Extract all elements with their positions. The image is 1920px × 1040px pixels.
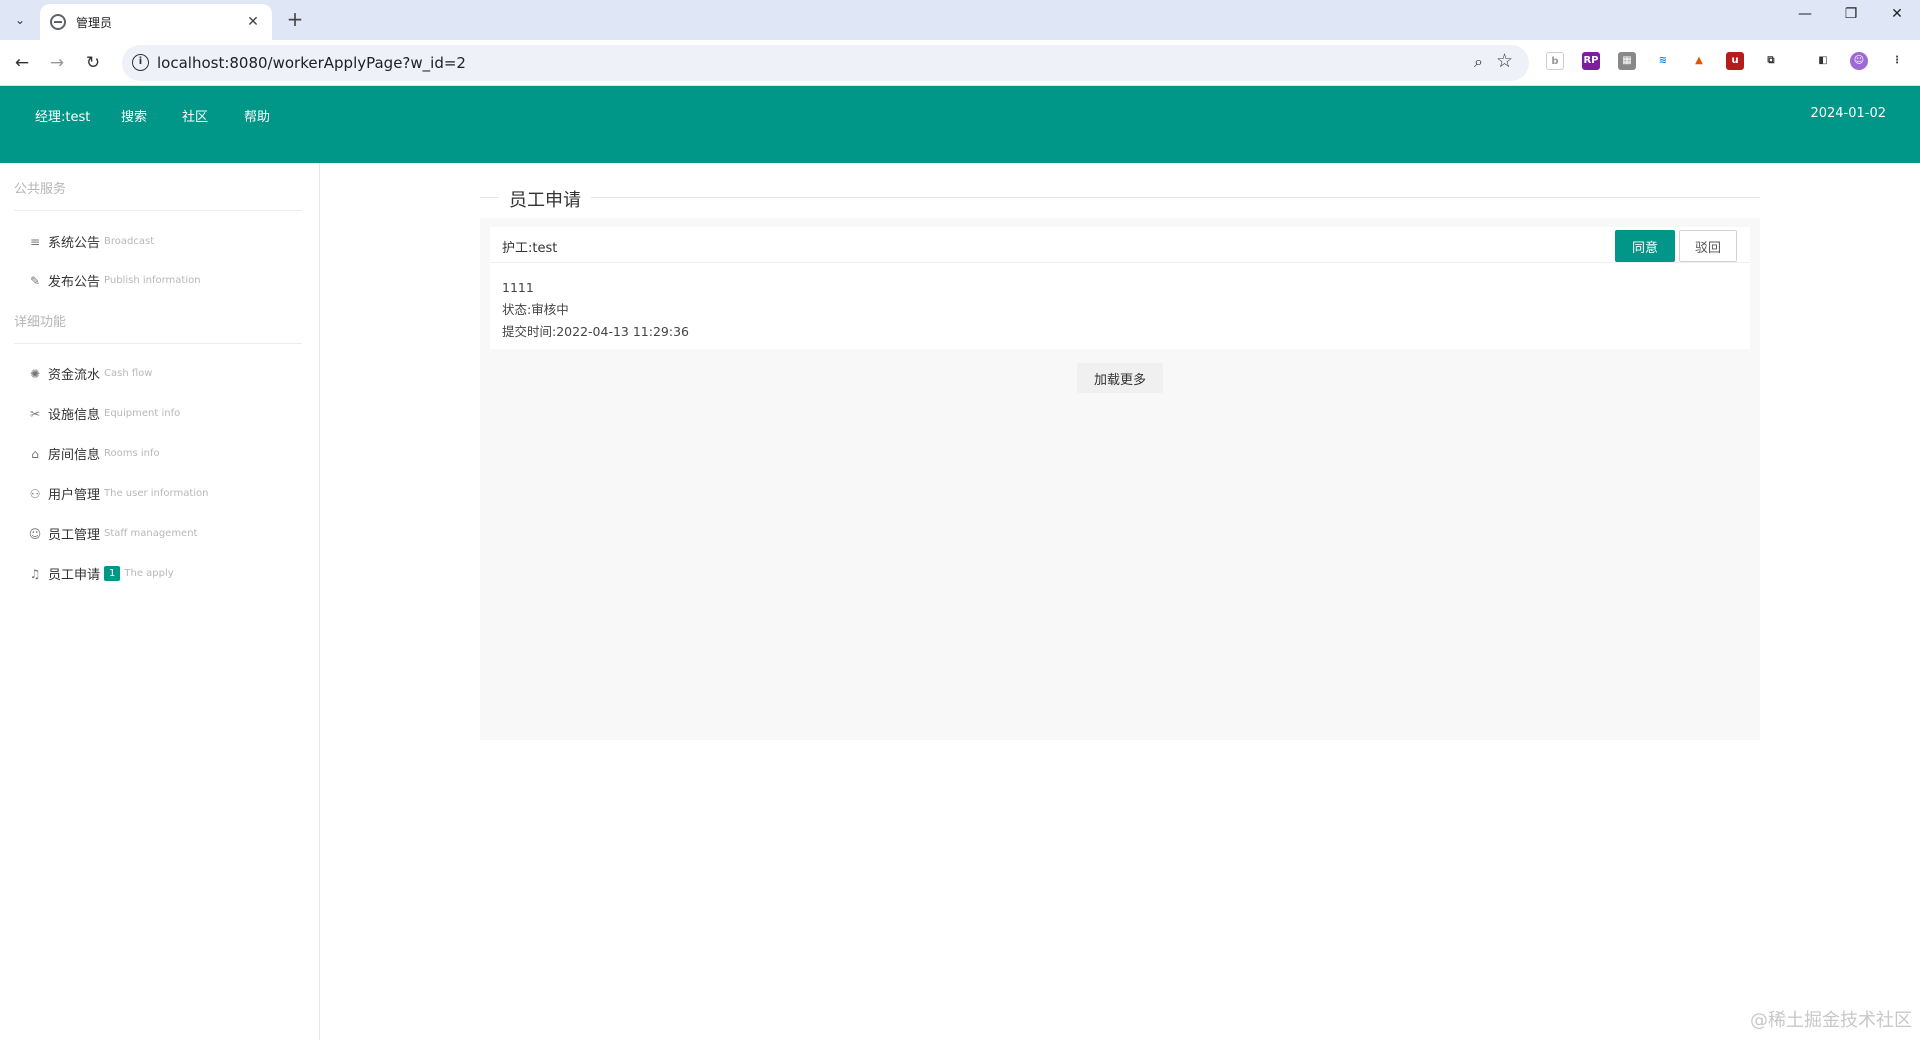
app-header: 经理:test 搜索 社区 帮助 2024-01-02 (0, 86, 1920, 163)
applicant-name: 护工:test (502, 241, 558, 256)
zoom-icon[interactable]: ⌕ (1474, 52, 1483, 72)
sidebar-item-label: 发布公告 (48, 275, 101, 290)
sidebar-item-label: 资金流水 (48, 368, 101, 383)
browser-tab[interactable]: 管理员 ✕ (40, 4, 272, 40)
header-date: 2024-01-02 (1810, 106, 1886, 121)
nav-search[interactable]: 搜索 (121, 106, 147, 125)
tab-title: 管理员 (76, 15, 113, 30)
sidebar-item-label: 用户管理 (48, 488, 101, 503)
bookmark-star-icon[interactable]: ☆ (1496, 50, 1513, 72)
url-text[interactable]: localhost:8080/workerApplyPage?w_id=2 (157, 54, 466, 72)
load-more-button[interactable]: 加载更多 (1077, 363, 1163, 393)
tab-close-icon[interactable]: ✕ (244, 14, 262, 30)
extension-icon[interactable]: b (1546, 52, 1564, 70)
address-bar[interactable]: i localhost:8080/workerApplyPage?w_id=2 … (122, 45, 1529, 81)
sidebar: 公共服务 ≡ 系统公告 Broadcast ✎ 发布公告 Publish inf… (0, 163, 320, 1040)
tab-search-icon[interactable]: ⌄ (8, 8, 32, 32)
sidebar-item-label: 员工管理 (48, 528, 101, 543)
application-card: 护工:test 同意 驳回 1111 状态:审核中 提交时间:2022-04-1… (490, 227, 1750, 349)
sidebar-item-en: Cash flow (104, 368, 153, 379)
sidebar-item-label: 系统公告 (48, 236, 101, 251)
application-status: 状态:审核中 (502, 302, 569, 317)
window-close-icon[interactable]: ✕ (1882, 6, 1912, 22)
sidebar-item-en: Staff management (104, 528, 198, 539)
extension-icon[interactable]: ▲ (1690, 52, 1708, 70)
users-icon: ⚇ (29, 486, 41, 501)
sidebar-item-en: The user information (104, 488, 209, 499)
ublock-icon[interactable]: u (1726, 52, 1744, 70)
tools-icon: ✂ (29, 406, 41, 421)
extensions-puzzle-icon[interactable]: ⧉ (1762, 52, 1780, 70)
sidebar-item-en: Broadcast (104, 236, 155, 247)
card-body: 1111 状态:审核中 提交时间:2022-04-13 11:29:36 (502, 277, 689, 343)
legend-divider (480, 197, 1760, 198)
globe-icon (50, 14, 66, 30)
sun-icon: ✺ (29, 366, 41, 381)
sidebar-item-apply[interactable]: ♫ 员工申请 1 The apply (27, 564, 174, 583)
menu-dots-icon[interactable]: ⋮ (1888, 52, 1906, 70)
sidebar-item-equipment[interactable]: ✂ 设施信息 Equipment info (27, 404, 181, 424)
sidebar-group-detail: 详细功能 (14, 315, 67, 330)
list-icon: ≡ (29, 234, 41, 249)
application-content: 1111 (502, 280, 534, 295)
back-icon[interactable]: ← (9, 50, 35, 76)
agree-button[interactable]: 同意 (1615, 230, 1675, 262)
side-panel-icon[interactable]: ◧ (1814, 52, 1832, 70)
card-header: 护工:test 同意 驳回 (490, 227, 1750, 263)
forward-icon[interactable]: → (44, 50, 70, 76)
notification-badge: 1 (104, 566, 121, 581)
site-info-icon[interactable]: i (132, 54, 149, 71)
sidebar-item-label: 员工申请 (48, 568, 101, 583)
sidebar-item-en: Publish information (104, 275, 201, 286)
nav-help[interactable]: 帮助 (244, 106, 270, 125)
edit-icon: ✎ (29, 273, 41, 288)
home-icon: ⌂ (31, 446, 39, 461)
sidebar-item-en: Equipment info (104, 408, 181, 419)
browser-tabstrip: ⌄ 管理员 ✕ + — ❐ ✕ (0, 0, 1920, 40)
sidebar-item-label: 设施信息 (48, 408, 101, 423)
new-tab-icon[interactable]: + (282, 7, 308, 31)
sidebar-item-staff[interactable]: ☺ 员工管理 Staff management (27, 524, 198, 544)
divider (14, 343, 302, 344)
application-submit-time: 提交时间:2022-04-13 11:29:36 (502, 324, 689, 339)
user-icon: ☺ (28, 526, 42, 541)
apply-list-panel: 护工:test 同意 驳回 1111 状态:审核中 提交时间:2022-04-1… (480, 218, 1760, 740)
restore-icon[interactable]: ❐ (1836, 6, 1866, 22)
sidebar-item-users[interactable]: ⚇ 用户管理 The user information (27, 484, 209, 504)
page-title: 员工申请 (499, 186, 591, 212)
sidebar-item-en: The apply (124, 568, 174, 579)
nav-user[interactable]: 经理:test (35, 106, 90, 125)
extension-icon[interactable]: ≋ (1654, 52, 1672, 70)
extension-icon[interactable]: RP (1582, 52, 1600, 70)
minimize-icon[interactable]: — (1790, 6, 1820, 22)
sidebar-item-publish[interactable]: ✎ 发布公告 Publish information (27, 271, 201, 291)
reload-icon[interactable]: ↻ (80, 50, 106, 76)
divider (14, 210, 302, 211)
sidebar-item-en: Rooms info (104, 448, 160, 459)
extension-icon[interactable]: ▦ (1618, 52, 1636, 70)
reject-button[interactable]: 驳回 (1679, 230, 1737, 262)
sidebar-item-rooms[interactable]: ⌂ 房间信息 Rooms info (27, 444, 160, 464)
profile-avatar[interactable]: ☺ (1850, 52, 1868, 70)
sidebar-group-public: 公共服务 (14, 182, 67, 197)
watermark: @稀土掘金技术社区 (1750, 1010, 1912, 1031)
nav-community[interactable]: 社区 (182, 106, 208, 125)
sidebar-item-broadcast[interactable]: ≡ 系统公告 Broadcast (27, 232, 155, 252)
bell-icon: ♫ (29, 566, 41, 581)
sidebar-item-cashflow[interactable]: ✺ 资金流水 Cash flow (27, 364, 153, 384)
sidebar-item-label: 房间信息 (48, 448, 101, 463)
